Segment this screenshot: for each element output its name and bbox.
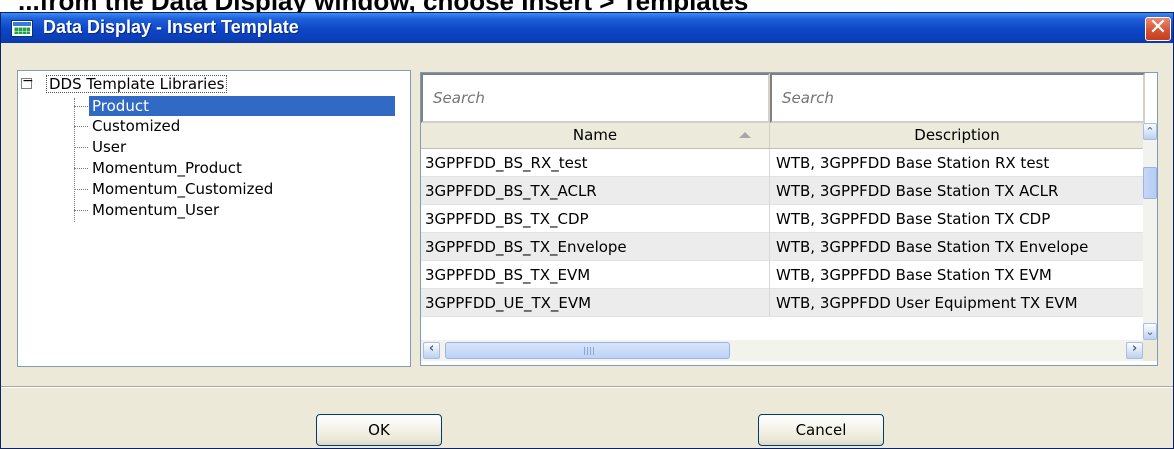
tree-item-label[interactable]: Momentum_Customized bbox=[89, 179, 276, 199]
cell-name: 3GPPFDD_BS_TX_Envelope bbox=[421, 233, 770, 261]
tree-item-label[interactable]: User bbox=[89, 137, 129, 157]
window-title: Data Display - Insert Template bbox=[43, 17, 299, 37]
thumb-grip-icon bbox=[584, 347, 594, 355]
scroll-right-button[interactable]: › bbox=[1126, 341, 1143, 359]
title-bar[interactable]: Data Display - Insert Template ✕ bbox=[1, 13, 1173, 43]
cell-description: WTB, 3GPPFDD Base Station RX test bbox=[776, 154, 1050, 172]
name-search-box[interactable] bbox=[421, 73, 778, 123]
description-search-input[interactable] bbox=[772, 75, 1153, 121]
horizontal-scroll-thumb[interactable] bbox=[445, 342, 730, 359]
chevron-up-icon: ⌃ bbox=[1145, 125, 1155, 138]
scroll-up-button[interactable]: ⌃ bbox=[1143, 123, 1157, 140]
tree-item-label[interactable]: Momentum_Product bbox=[89, 158, 245, 178]
template-table: Name Description 3GPPFDD_BS_RX_test WTB,… bbox=[420, 72, 1158, 366]
name-search-input[interactable] bbox=[423, 75, 778, 121]
table-row[interactable]: 3GPPFDD_BS_RX_test WTB, 3GPPFDD Base Sta… bbox=[421, 149, 1145, 177]
cell-description: WTB, 3GPPFDD Base Station TX ACLR bbox=[776, 182, 1059, 200]
cell-name: 3GPPFDD_BS_TX_ACLR bbox=[421, 177, 770, 205]
chevron-down-icon: ⌄ bbox=[1145, 325, 1155, 338]
tree-item-label[interactable]: Product bbox=[89, 96, 395, 116]
vertical-scrollbar[interactable]: ⌃ ⌄ bbox=[1143, 123, 1157, 340]
close-icon: ✕ bbox=[1148, 15, 1168, 40]
cell-name: 3GPPFDD_BS_RX_test bbox=[421, 149, 770, 177]
table-row[interactable]: 3GPPFDD_BS_TX_ACLR WTB, 3GPPFDD Base Sta… bbox=[421, 177, 1145, 205]
table-row[interactable]: 3GPPFDD_BS_TX_Envelope WTB, 3GPPFDD Base… bbox=[421, 233, 1145, 261]
cell-description: WTB, 3GPPFDD User Equipment TX EVM bbox=[776, 294, 1078, 312]
tree-connector-line bbox=[74, 98, 75, 222]
vertical-scroll-thumb[interactable] bbox=[1143, 167, 1157, 199]
cell-description: WTB, 3GPPFDD Base Station TX CDP bbox=[776, 210, 1051, 228]
chevron-right-icon: › bbox=[1131, 341, 1138, 356]
collapse-minus-icon[interactable]: − bbox=[21, 73, 34, 89]
table-row[interactable]: 3GPPFDD_BS_TX_EVM WTB, 3GPPFDD Base Stat… bbox=[421, 261, 1145, 289]
cell-name: 3GPPFDD_UE_TX_EVM bbox=[421, 289, 770, 317]
tree-item-label[interactable]: Momentum_User bbox=[89, 200, 222, 220]
search-row bbox=[421, 73, 1153, 123]
column-header-description[interactable]: Description bbox=[770, 123, 1145, 148]
column-header-name[interactable]: Name bbox=[421, 123, 770, 148]
close-button[interactable]: ✕ bbox=[1145, 15, 1171, 41]
library-tree[interactable]: − DDS Template Libraries Product Customi… bbox=[17, 70, 411, 367]
tree-item-label[interactable]: Customized bbox=[89, 116, 183, 136]
scroll-left-button[interactable]: ‹ bbox=[423, 341, 440, 359]
cell-name: 3GPPFDD_BS_TX_EVM bbox=[421, 261, 770, 289]
cell-name: 3GPPFDD_BS_TX_CDP bbox=[421, 205, 770, 233]
chevron-left-icon: ‹ bbox=[428, 341, 435, 356]
tree-root-label[interactable]: DDS Template Libraries bbox=[46, 75, 228, 93]
cell-description: WTB, 3GPPFDD Base Station TX EVM bbox=[776, 266, 1052, 284]
sort-ascending-icon bbox=[739, 132, 751, 138]
table-row[interactable]: 3GPPFDD_BS_TX_CDP WTB, 3GPPFDD Base Stat… bbox=[421, 205, 1145, 233]
ok-button[interactable]: OK bbox=[316, 414, 442, 446]
scroll-corner bbox=[1143, 340, 1157, 361]
cancel-button[interactable]: Cancel bbox=[758, 414, 884, 446]
table-header: Name Description bbox=[421, 123, 1145, 149]
description-search-box[interactable] bbox=[770, 73, 1153, 123]
horizontal-scrollbar[interactable]: ‹ › bbox=[421, 340, 1145, 361]
insert-template-dialog: Data Display - Insert Template ✕ − DDS T… bbox=[0, 12, 1174, 449]
scroll-down-button[interactable]: ⌄ bbox=[1143, 323, 1157, 340]
button-separator bbox=[1, 386, 1173, 388]
table-row[interactable]: 3GPPFDD_UE_TX_EVM WTB, 3GPPFDD User Equi… bbox=[421, 289, 1145, 317]
cell-description: WTB, 3GPPFDD Base Station TX Envelope bbox=[776, 238, 1089, 256]
data-display-icon bbox=[11, 20, 33, 37]
